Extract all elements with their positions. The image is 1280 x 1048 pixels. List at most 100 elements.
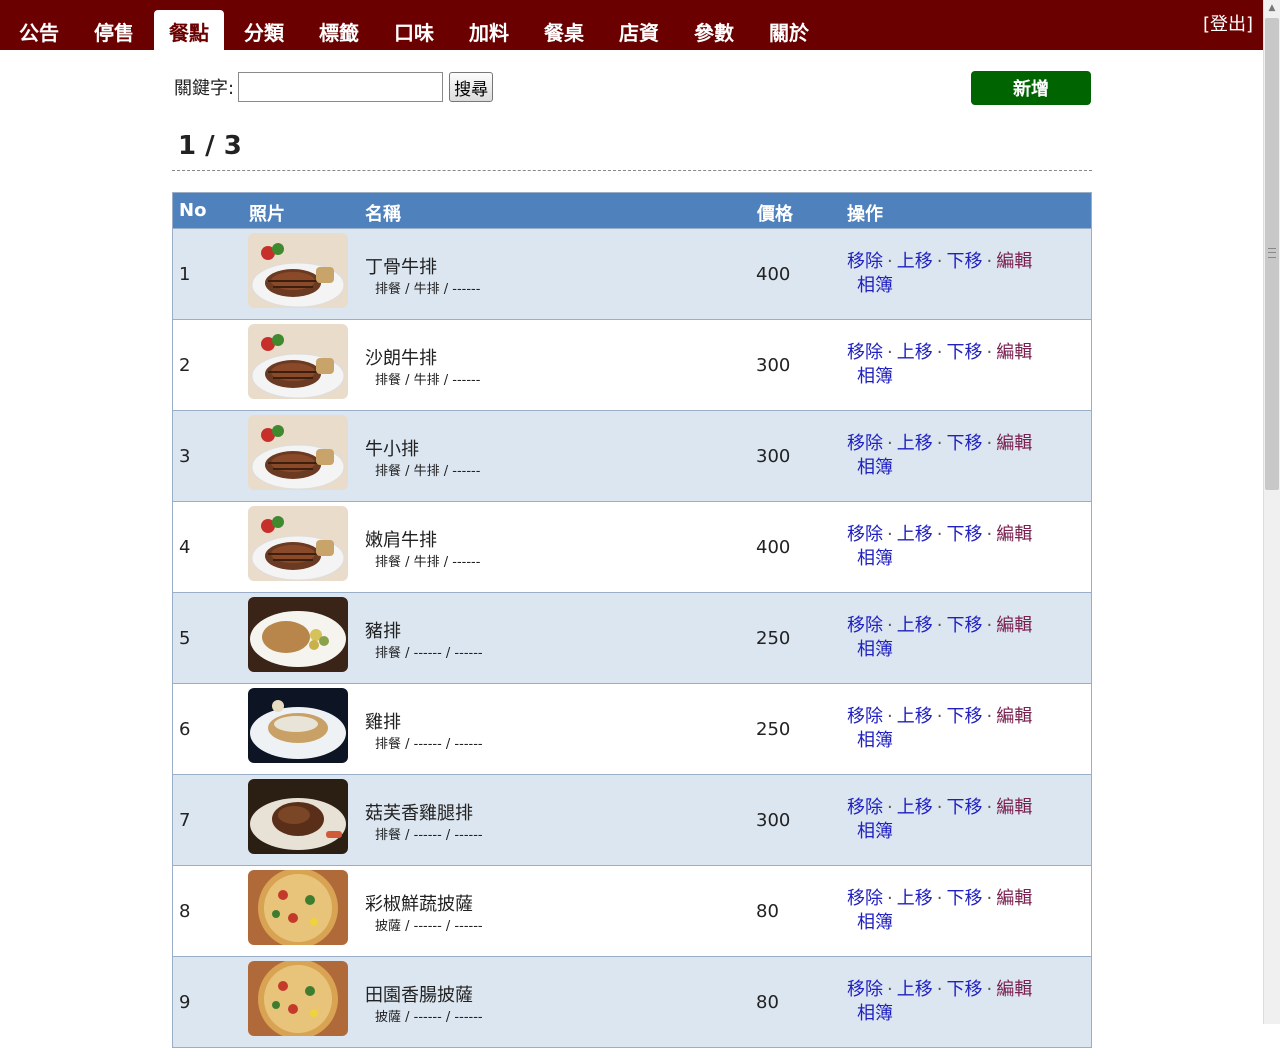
remove-link[interactable]: 移除: [847, 433, 883, 454]
move-down-link[interactable]: 下移: [946, 342, 982, 363]
album-link[interactable]: 相簿: [857, 639, 893, 660]
add-button[interactable]: 新增: [971, 71, 1091, 105]
header-no: No: [179, 200, 207, 221]
album-link[interactable]: 相簿: [857, 457, 893, 478]
remove-link[interactable]: 移除: [847, 888, 883, 909]
remove-link[interactable]: 移除: [847, 979, 883, 1000]
move-up-link[interactable]: 上移: [897, 797, 933, 818]
row-number: 1: [179, 264, 191, 285]
move-down-link[interactable]: 下移: [946, 524, 982, 545]
table-row: 7 菇芙香雞腿排 排餐 / ------ / ------ 300 移除 · 上移 · 下移 · 編…: [173, 774, 1091, 865]
header-price: 價格: [757, 204, 793, 225]
tab-8[interactable]: 店資: [604, 10, 674, 50]
pork-chop-photo: [248, 597, 348, 672]
move-down-link[interactable]: 下移: [946, 888, 982, 909]
edit-link[interactable]: 編輯: [996, 979, 1032, 1000]
remove-link[interactable]: 移除: [847, 706, 883, 727]
move-up-link[interactable]: 上移: [897, 524, 933, 545]
album-link[interactable]: 相簿: [857, 821, 893, 842]
tab-2[interactable]: 餐點: [154, 10, 224, 50]
move-down-link[interactable]: 下移: [946, 251, 982, 272]
tab-6[interactable]: 加料: [454, 10, 524, 50]
album-link[interactable]: 相簿: [857, 1003, 893, 1024]
move-down-link[interactable]: 下移: [946, 797, 982, 818]
separator: ·: [936, 524, 943, 545]
table-row: 8 彩椒鮮蔬披薩 披薩 / ------ / ------ 80 移除 · 上移 · 下移 · 編輯…: [173, 865, 1091, 956]
separator: ·: [936, 615, 943, 636]
edit-link[interactable]: 編輯: [996, 524, 1032, 545]
logout-link[interactable]: [登出]: [1203, 10, 1253, 36]
move-down-link[interactable]: 下移: [946, 615, 982, 636]
scrollbar-thumb[interactable]: [1265, 18, 1279, 490]
tab-0[interactable]: 公告: [4, 10, 74, 50]
edit-link[interactable]: 編輯: [996, 615, 1032, 636]
tab-5[interactable]: 口味: [379, 10, 449, 50]
item-tags: 排餐 / 牛排 / ------: [375, 282, 481, 297]
edit-link[interactable]: 編輯: [996, 433, 1032, 454]
tab-7[interactable]: 餐桌: [529, 10, 599, 50]
move-up-link[interactable]: 上移: [897, 615, 933, 636]
move-up-link[interactable]: 上移: [897, 251, 933, 272]
table-row: 5 豬排 排餐 / ------ / ------ 250 移除 · 上移 · 下移 · 編輯 相簿: [173, 592, 1091, 683]
separator: ·: [887, 342, 893, 363]
item-tags: 排餐 / 牛排 / ------: [375, 373, 481, 388]
separator: ·: [887, 251, 893, 272]
remove-link[interactable]: 移除: [847, 797, 883, 818]
separator: ·: [936, 797, 943, 818]
item-name: 丁骨牛排: [365, 257, 437, 278]
item-price: 250: [756, 719, 791, 740]
separator: ·: [986, 251, 993, 272]
steak-photo: [248, 506, 348, 581]
tab-9[interactable]: 參數: [679, 10, 749, 50]
row-number: 3: [179, 446, 191, 467]
edit-link[interactable]: 編輯: [996, 251, 1032, 272]
move-up-link[interactable]: 上移: [897, 342, 933, 363]
edit-link[interactable]: 編輯: [996, 706, 1032, 727]
separator: ·: [986, 433, 993, 454]
search-button[interactable]: 搜尋: [449, 72, 494, 102]
album-link[interactable]: 相簿: [857, 366, 893, 387]
keyword-input[interactable]: [238, 72, 444, 102]
separator: ·: [986, 524, 993, 545]
remove-link[interactable]: 移除: [847, 251, 883, 272]
row-number: 2: [179, 355, 191, 376]
table-row: 6 雞排 排餐 / ------ / ------ 250 移除 · 上移 · 下移 · 編輯 相簿: [173, 683, 1091, 774]
move-up-link[interactable]: 上移: [897, 433, 933, 454]
vertical-scrollbar[interactable]: ▲: [1263, 0, 1280, 1024]
separator: ·: [887, 433, 893, 454]
move-down-link[interactable]: 下移: [946, 979, 982, 1000]
item-tags: 排餐 / 牛排 / ------: [375, 464, 481, 479]
tab-4[interactable]: 標籤: [304, 10, 374, 50]
tab-3[interactable]: 分類: [229, 10, 299, 50]
separator: ·: [887, 524, 893, 545]
remove-link[interactable]: 移除: [847, 615, 883, 636]
tab-10[interactable]: 關於: [754, 10, 824, 50]
move-down-link[interactable]: 下移: [946, 433, 982, 454]
album-link[interactable]: 相簿: [857, 548, 893, 569]
remove-link[interactable]: 移除: [847, 524, 883, 545]
header-name: 名稱: [365, 204, 401, 225]
steak-photo: [248, 415, 348, 490]
edit-link[interactable]: 編輯: [996, 342, 1032, 363]
scroll-up-arrow-icon[interactable]: ▲: [1264, 0, 1280, 17]
page-indicator: 1 / 3: [178, 131, 242, 161]
album-link[interactable]: 相簿: [857, 275, 893, 296]
row-actions: 移除 · 上移 · 下移 · 編輯 相簿: [847, 978, 1077, 1026]
edit-link[interactable]: 編輯: [996, 888, 1032, 909]
move-up-link[interactable]: 上移: [897, 979, 933, 1000]
move-down-link[interactable]: 下移: [946, 706, 982, 727]
separator: ·: [936, 342, 943, 363]
separator: ·: [936, 251, 943, 272]
album-link[interactable]: 相簿: [857, 730, 893, 751]
row-actions: 移除 · 上移 · 下移 · 編輯 相簿: [847, 887, 1077, 935]
remove-link[interactable]: 移除: [847, 342, 883, 363]
album-link[interactable]: 相簿: [857, 912, 893, 933]
tab-1[interactable]: 停售: [79, 10, 149, 50]
separator: ·: [936, 979, 943, 1000]
move-up-link[interactable]: 上移: [897, 706, 933, 727]
item-price: 400: [756, 264, 791, 285]
move-up-link[interactable]: 上移: [897, 888, 933, 909]
separator: ·: [936, 706, 943, 727]
edit-link[interactable]: 編輯: [996, 797, 1032, 818]
item-price: 250: [756, 628, 791, 649]
